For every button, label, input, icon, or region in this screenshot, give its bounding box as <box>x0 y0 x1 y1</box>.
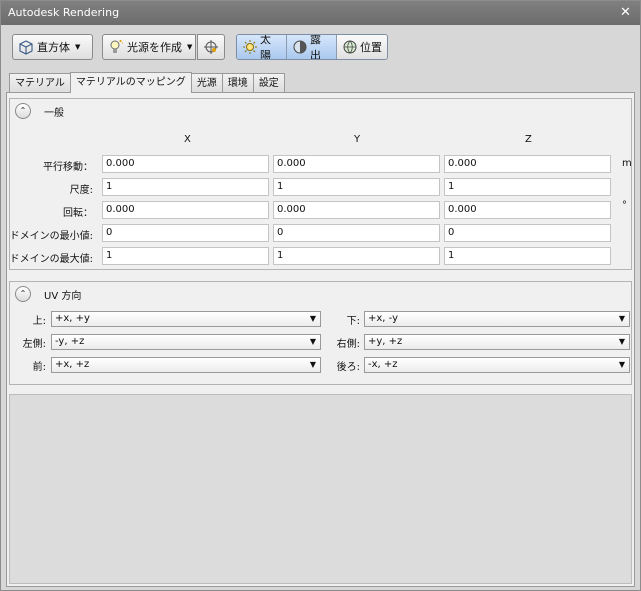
domain-min-y-field[interactable]: 0 <box>273 224 440 242</box>
uv-left-value: -y, +z <box>55 336 85 347</box>
domain-max-x-field[interactable]: 1 <box>102 247 269 265</box>
tab-settings[interactable]: 設定 <box>252 73 285 93</box>
sun-toggle-button[interactable]: 太陽 <box>237 35 287 59</box>
translation-label: 平行移動： <box>43 162 93 173</box>
collapse-uv-button[interactable]: ⌃ <box>15 286 31 302</box>
domain-min-label: ドメインの最小値: <box>9 231 93 242</box>
sun-exposure-location-group: 太陽 露出 位置 <box>236 34 388 60</box>
uv-front-label: 前: <box>32 362 46 373</box>
chevron-down-icon: ▼ <box>309 314 316 323</box>
column-header-x: X <box>184 134 191 145</box>
exposure-button[interactable]: 露出 <box>287 35 337 59</box>
shape-button-label: 直方体 <box>37 41 70 54</box>
domain-max-z-field[interactable]: 1 <box>444 247 611 265</box>
target-light-button[interactable] <box>197 34 225 60</box>
uv-right-select[interactable]: +y, +z ▼ <box>364 334 630 350</box>
scale-label: 尺度: <box>69 185 93 196</box>
location-label: 位置 <box>360 41 382 54</box>
uv-front-value: +x, +z <box>55 359 90 370</box>
rotation-y-field[interactable]: 0.000 <box>273 201 440 219</box>
chevron-down-icon: ▼ <box>618 337 625 346</box>
uv-top-select[interactable]: +x, +y ▼ <box>51 311 321 327</box>
close-button[interactable]: ✕ <box>617 4 634 21</box>
uv-front-select[interactable]: +x, +z ▼ <box>51 357 321 373</box>
empty-panel-area <box>9 394 632 584</box>
chevron-down-icon: ▼ <box>618 360 625 369</box>
uv-direction-section: ⌃ UV 方向 上: +x, +y ▼ 下: +x, -y ▼ 左側: -y, … <box>9 281 632 385</box>
rendering-window: Autodesk Rendering ✕ 直方体 ▼ 光源を作成 ▼ 太陽 露出… <box>0 0 641 591</box>
general-section: ⌃ 一般 X Y Z 平行移動： 0.000 0.000 0.000 m 尺度:… <box>9 98 632 270</box>
domain-min-z-field[interactable]: 0 <box>444 224 611 242</box>
tab-strip: マテリアル マテリアルのマッピング 光源 環境 設定 <box>9 72 285 93</box>
toolbar: 直方体 ▼ 光源を作成 ▼ 太陽 露出 位置 <box>1 25 640 69</box>
uv-top-value: +x, +y <box>55 313 90 324</box>
uv-top-label: 上: <box>32 316 46 327</box>
domain-max-label: ドメインの最大値: <box>9 254 93 265</box>
uv-bottom-value: +x, -y <box>368 313 399 324</box>
exposure-label: 露出 <box>310 34 321 60</box>
tab-lights[interactable]: 光源 <box>190 73 223 93</box>
uv-section-header: ⌃ UV 方向 <box>10 282 631 304</box>
domain-min-x-field[interactable]: 0 <box>102 224 269 242</box>
sun-icon <box>242 39 258 55</box>
rotation-x-field[interactable]: 0.000 <box>102 201 269 219</box>
uv-back-value: -x, +z <box>368 359 398 370</box>
scale-y-field[interactable]: 1 <box>273 178 440 196</box>
rotation-z-field[interactable]: 0.000 <box>444 201 611 219</box>
column-header-z: Z <box>525 134 532 145</box>
column-header-y: Y <box>354 134 361 145</box>
tab-material-mapping[interactable]: マテリアルのマッピング <box>69 72 192 93</box>
translation-y-field[interactable]: 0.000 <box>273 155 440 173</box>
create-light-button[interactable]: 光源を作成 ▼ <box>102 34 196 60</box>
location-button[interactable]: 位置 <box>337 35 387 59</box>
chevron-down-icon: ▼ <box>75 43 81 51</box>
translation-z-field[interactable]: 0.000 <box>444 155 611 173</box>
translation-x-field[interactable]: 0.000 <box>102 155 269 173</box>
title-bar: Autodesk Rendering ✕ <box>1 1 640 25</box>
scale-x-field[interactable]: 1 <box>102 178 269 196</box>
general-section-title: 一般 <box>44 108 64 119</box>
box-icon <box>18 39 34 55</box>
window-title: Autodesk Rendering <box>8 6 120 19</box>
sun-label: 太陽 <box>260 34 271 60</box>
tab-environment[interactable]: 環境 <box>221 73 254 93</box>
general-section-header: ⌃ 一般 <box>10 99 631 121</box>
uv-bottom-label: 下: <box>346 316 360 327</box>
translation-unit: m <box>622 158 632 169</box>
scale-z-field[interactable]: 1 <box>444 178 611 196</box>
tab-content-panel: ⌃ 一般 X Y Z 平行移動： 0.000 0.000 0.000 m 尺度:… <box>6 92 635 587</box>
collapse-general-button[interactable]: ⌃ <box>15 103 31 119</box>
exposure-icon <box>292 39 308 55</box>
light-bulb-icon <box>108 39 124 55</box>
uv-left-select[interactable]: -y, +z ▼ <box>51 334 321 350</box>
uv-left-label: 左側: <box>22 339 46 350</box>
uv-right-label: 右側: <box>336 339 360 350</box>
tab-material[interactable]: マテリアル <box>9 73 71 93</box>
uv-bottom-select[interactable]: +x, -y ▼ <box>364 311 630 327</box>
chevron-down-icon: ▼ <box>309 337 316 346</box>
uv-section-title: UV 方向 <box>44 291 82 302</box>
create-light-label: 光源を作成 <box>127 41 182 54</box>
uv-right-value: +y, +z <box>368 336 403 347</box>
globe-icon <box>342 39 358 55</box>
uv-back-select[interactable]: -x, +z ▼ <box>364 357 630 373</box>
rotation-unit: ° <box>622 200 627 211</box>
chevron-down-icon: ▼ <box>187 43 193 51</box>
domain-max-y-field[interactable]: 1 <box>273 247 440 265</box>
shape-dropdown-button[interactable]: 直方体 ▼ <box>12 34 93 60</box>
chevron-down-icon: ▼ <box>309 360 316 369</box>
uv-back-label: 後ろ: <box>336 362 360 373</box>
crosshair-icon <box>203 39 219 55</box>
rotation-label: 回転： <box>63 208 93 219</box>
chevron-down-icon: ▼ <box>618 314 625 323</box>
